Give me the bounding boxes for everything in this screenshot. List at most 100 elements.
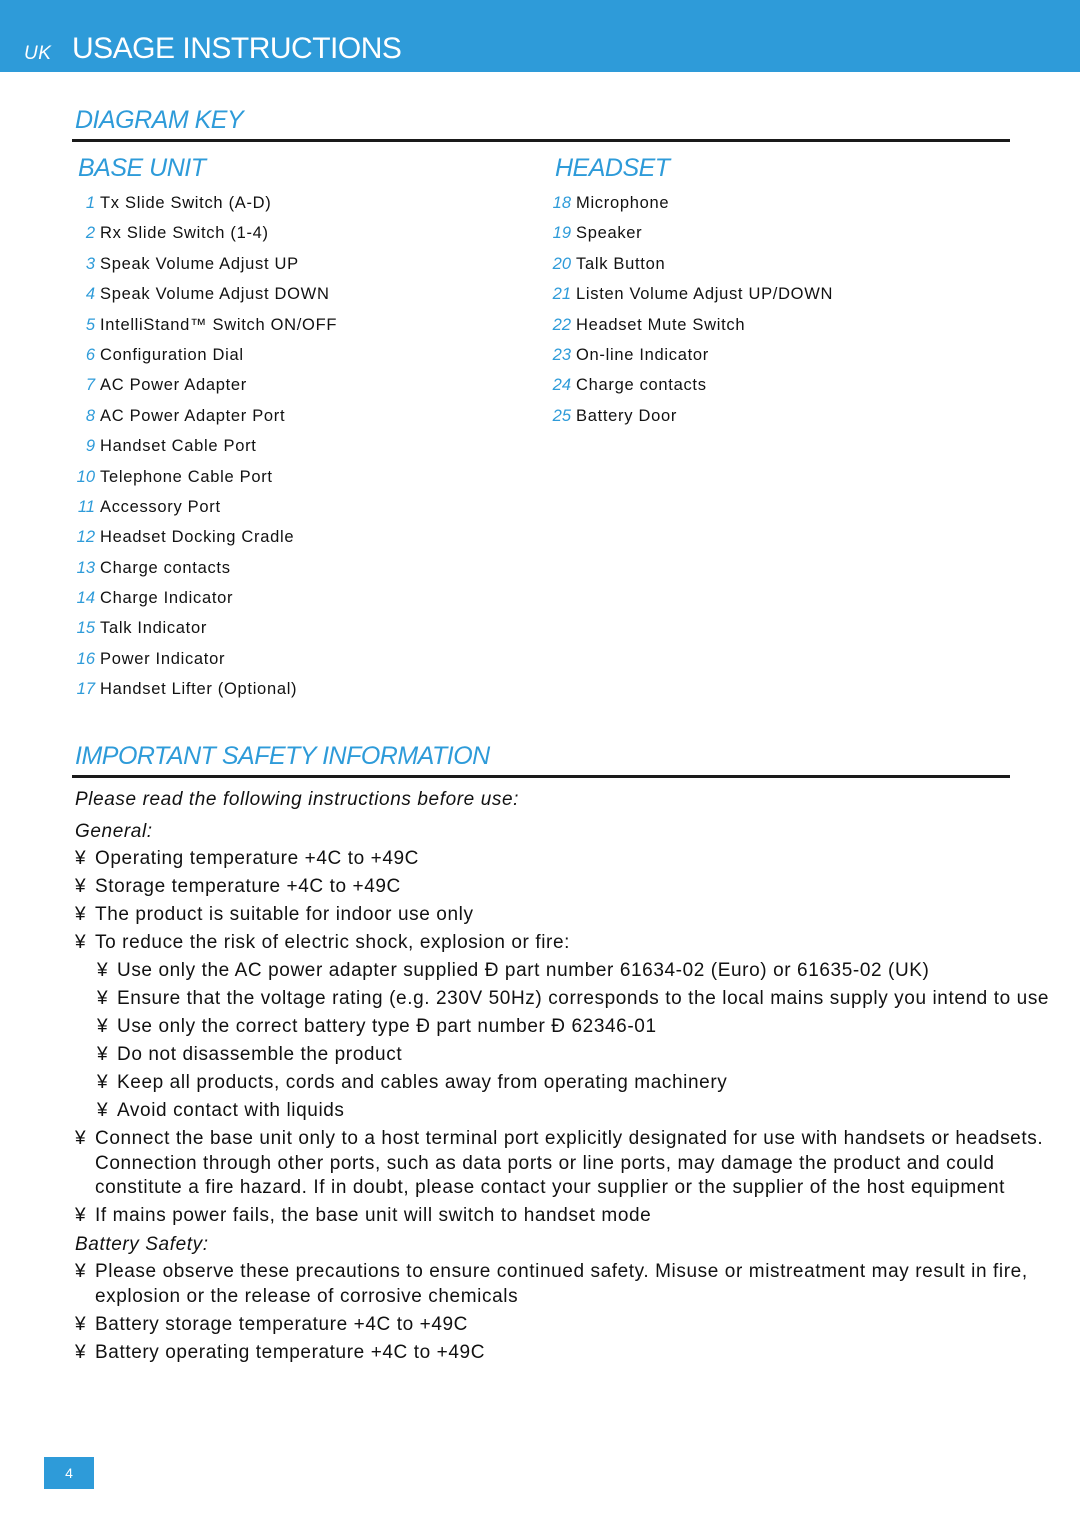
key-number: 24 xyxy=(552,376,571,395)
bullet-item: ¥ Do not disassemble the product xyxy=(97,1043,1080,1068)
safety-section: Please read the following instructions b… xyxy=(75,787,1080,1369)
key-item: 17 Handset Lifter (Optional) xyxy=(68,680,337,710)
bullet-text: The product is suitable for indoor use o… xyxy=(95,904,474,925)
key-label: Talk Indicator xyxy=(100,619,208,638)
key-label: Microphone xyxy=(576,194,670,212)
key-number: 19 xyxy=(552,224,571,243)
diagram-key-heading: DIAGRAM KEY xyxy=(75,106,244,134)
bullet-item: ¥ Battery operating temperature +4C to +4… xyxy=(75,1341,1080,1366)
key-item: 23 On-line Indicator xyxy=(547,346,833,376)
key-item: 5 IntelliStand™ Switch ON/OFF xyxy=(68,316,337,346)
bullet-item: ¥ Connect the base unit only to a host te… xyxy=(75,1127,1080,1201)
bullet-item: ¥ Ensure that the voltage rating (e.g. 23… xyxy=(97,987,1080,1012)
key-number: 12 xyxy=(76,528,95,547)
key-number: 23 xyxy=(552,345,571,364)
diagram-key-rule xyxy=(72,139,1010,142)
bullet-glyph: ¥ xyxy=(97,1100,109,1121)
page-title: USAGE INSTRUCTIONS xyxy=(72,32,402,65)
bullet-glyph: ¥ xyxy=(75,848,87,869)
key-number: 5 xyxy=(85,315,95,334)
key-number: 16 xyxy=(76,649,95,668)
key-item: 11 Accessory Port xyxy=(68,498,337,528)
key-label: Listen Volume Adjust UP/DOWN xyxy=(576,285,834,304)
bullet-item: ¥ Storage temperature +4C to +49C xyxy=(75,875,1080,900)
key-number: 3 xyxy=(85,254,95,273)
bullet-text: Avoid contact with liquids xyxy=(117,1100,345,1121)
region-label: UK xyxy=(24,43,52,64)
key-item: 2 Rx Slide Switch (1-4) xyxy=(68,224,337,254)
key-label: IntelliStand™ Switch ON/OFF xyxy=(100,315,338,334)
bullet-item: ¥ Keep all products, cords and cables awa… xyxy=(97,1071,1080,1096)
key-label: Speak Volume Adjust DOWN xyxy=(100,285,330,304)
key-label: Headset Docking Cradle xyxy=(100,528,295,547)
bullet-glyph: ¥ xyxy=(75,1313,87,1335)
key-label: Tx Slide Switch (A-D) xyxy=(100,194,272,212)
bullet-text: Use only the correct battery type Ð part… xyxy=(117,1016,657,1037)
key-item: 9 Handset Cable Port xyxy=(68,437,337,467)
key-number: 11 xyxy=(77,497,95,516)
battery-safety-label: Battery Safety: xyxy=(75,1234,209,1255)
bullet-item: ¥ Avoid contact with liquids xyxy=(97,1099,1080,1124)
safety-heading: IMPORTANT SAFETY INFORMATION xyxy=(75,742,490,770)
key-number: 18 xyxy=(552,194,571,212)
key-item: 7 AC Power Adapter xyxy=(68,376,337,406)
key-item: 12 Headset Docking Cradle xyxy=(68,528,337,558)
key-label: AC Power Adapter Port xyxy=(100,406,286,425)
key-number: 6 xyxy=(85,345,95,364)
key-number: 10 xyxy=(76,467,95,486)
key-item: 13 Charge contacts xyxy=(68,559,337,589)
bullet-item: ¥ Operating temperature +4C to +49C xyxy=(75,847,1080,872)
key-label: Power Indicator xyxy=(100,649,226,668)
bullet-glyph: ¥ xyxy=(75,1205,87,1226)
key-number: 15 xyxy=(76,619,95,638)
key-number: 8 xyxy=(85,406,95,425)
bullet-item: ¥ Use only the correct battery type Ð par… xyxy=(97,1015,1080,1040)
key-item: 1 Tx Slide Switch (A-D) xyxy=(68,194,337,224)
key-item: 24 Charge contacts xyxy=(547,376,833,406)
bullet-text: Ensure that the voltage rating (e.g. 230… xyxy=(117,988,1050,1009)
bullet-item: ¥ To reduce the risk of electric shock, e… xyxy=(75,931,1080,956)
key-number: 22 xyxy=(552,315,571,334)
bullet-item: ¥ Use only the AC power adapter supplied … xyxy=(97,959,1080,984)
key-item: 15 Talk Indicator xyxy=(68,619,337,649)
key-number: 17 xyxy=(76,680,95,699)
key-item: 20 Talk Button xyxy=(547,255,833,285)
key-label: Accessory Port xyxy=(100,497,221,516)
key-label: Speaker xyxy=(576,224,643,243)
key-item: 22 Headset Mute Switch xyxy=(547,316,833,346)
general-list: ¥ Operating temperature +4C to +49C ¥ Stora… xyxy=(75,847,1080,956)
bullet-glyph: ¥ xyxy=(97,1072,109,1093)
key-label: Battery Door xyxy=(576,406,678,425)
bullet-item: ¥ Battery storage temperature +4C to +49C xyxy=(75,1313,1080,1338)
key-number: 25 xyxy=(552,406,571,425)
key-label: Telephone Cable Port xyxy=(100,467,273,486)
bullet-text: If mains power fails, the base unit will… xyxy=(95,1205,652,1226)
key-item: 4 Speak Volume Adjust DOWN xyxy=(68,285,337,315)
key-label: Charge contacts xyxy=(576,376,707,395)
key-number: 4 xyxy=(85,285,95,304)
bullet-text: To reduce the risk of electric shock, ex… xyxy=(95,932,571,953)
key-item: 21 Listen Volume Adjust UP/DOWN xyxy=(547,285,833,315)
header-band: UK USAGE INSTRUCTIONS xyxy=(0,0,1080,72)
key-item: 3 Speak Volume Adjust UP xyxy=(68,255,337,285)
key-item: 25 Battery Door xyxy=(547,407,833,437)
general-after-list: ¥ Connect the base unit only to a host te… xyxy=(75,1127,1080,1229)
page-number: 4 xyxy=(44,1457,94,1489)
base-unit-heading: BASE UNIT xyxy=(78,154,206,182)
bullet-text: Battery operating temperature +4C to +49… xyxy=(95,1341,486,1363)
bullet-glyph: ¥ xyxy=(97,1044,109,1065)
bullet-text: Storage temperature +4C to +49C xyxy=(95,876,401,897)
general-label: General: xyxy=(75,821,153,842)
key-label: Handset Lifter (Optional) xyxy=(100,680,298,699)
key-item: 18 Microphone xyxy=(547,194,833,224)
bullet-text: Please observe these precautions to ensu… xyxy=(95,1261,1028,1307)
key-item: 10 Telephone Cable Port xyxy=(68,468,337,498)
key-number: 21 xyxy=(552,285,571,304)
key-item: 19 Speaker xyxy=(547,224,833,254)
bullet-glyph: ¥ xyxy=(75,1341,87,1363)
bullet-glyph: ¥ xyxy=(97,1016,109,1037)
bullet-glyph: ¥ xyxy=(97,960,109,981)
key-number: 7 xyxy=(85,376,95,395)
headset-key-list: 18 Microphone 19 Speaker 20 Talk Button 21 List… xyxy=(547,194,833,437)
key-label: Configuration Dial xyxy=(100,345,244,364)
